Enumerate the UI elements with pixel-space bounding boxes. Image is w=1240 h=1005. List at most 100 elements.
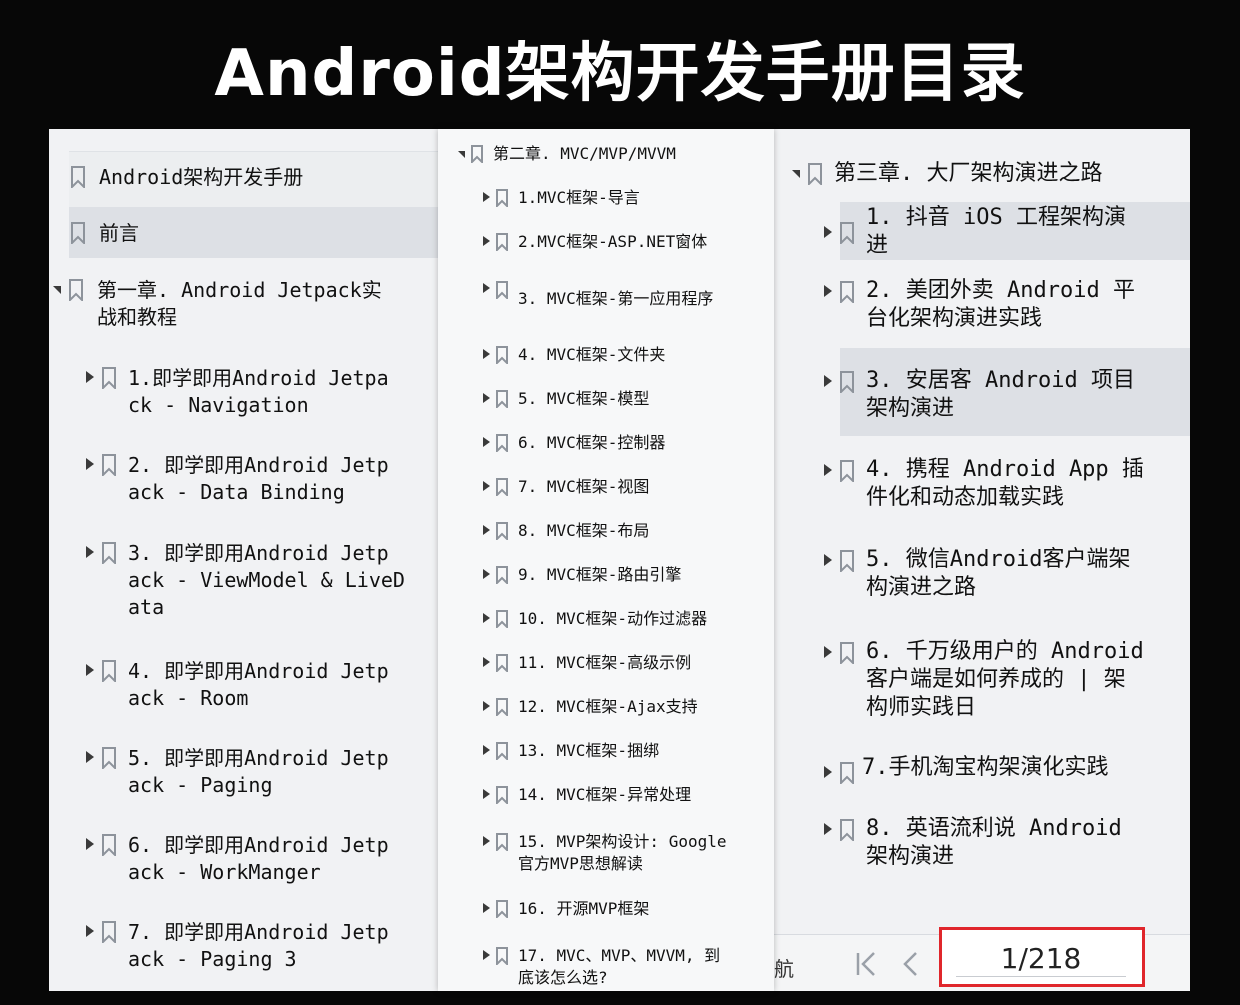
expand-arrow-icon[interactable]	[483, 569, 490, 579]
tree-item[interactable]: 12. MVC框架-Ajax支持	[483, 696, 698, 718]
tree-item-root[interactable]: Android架构开发手册	[71, 164, 303, 191]
tree-item[interactable]: 8. 英语流利说 Android 架构演进	[824, 815, 1122, 871]
expand-arrow-icon[interactable]	[483, 525, 490, 535]
expand-arrow-icon[interactable]	[824, 285, 832, 297]
tree-item-label: 5. MVC框架-模型	[518, 389, 650, 408]
collapse-arrow-icon[interactable]	[458, 151, 465, 158]
expand-arrow-icon[interactable]	[483, 393, 490, 403]
tree-item[interactable]: 10. MVC框架-动作过滤器	[483, 608, 707, 630]
expand-arrow-icon[interactable]	[824, 464, 832, 476]
tree-item-label: 5. 即学即用Android Jetp ack - Paging	[128, 746, 389, 797]
expand-arrow-icon[interactable]	[86, 664, 94, 676]
expand-arrow-icon[interactable]	[483, 657, 490, 667]
tree-item-label: 2.MVC框架-ASP.NET窗体	[518, 232, 708, 251]
tree-item[interactable]: 11. MVC框架-高级示例	[483, 652, 691, 674]
bookmark-icon	[496, 434, 508, 454]
page-number-box: 1/218	[939, 927, 1145, 987]
tree-item-label: 15. MVP架构设计: Google 官方MVP思想解读	[518, 832, 727, 873]
tree-item-label: 2. 美团外卖 Android 平 台化架构演进实践	[866, 278, 1135, 331]
tree-item[interactable]: 1.即学即用Android Jetpa ck - Navigation	[86, 365, 389, 419]
tree-item-label: 6. MVC框架-控制器	[518, 433, 666, 452]
tree-item-chapter-1[interactable]: 第一章. Android Jetpack实 战和教程	[53, 277, 382, 331]
expand-arrow-icon[interactable]	[483, 437, 490, 447]
bookmark-panel-2: 第二章. MVC/MVP/MVVM 1.MVC框架-导言 2.MVC框架-ASP…	[438, 129, 774, 991]
tree-item[interactable]: 7. 即学即用Android Jetp ack - Paging 3	[86, 919, 389, 973]
tree-item-label: 4. 携程 Android App 插 件化和动态加载实践	[866, 457, 1144, 510]
tree-item[interactable]: 6. 即学即用Android Jetp ack - WorkManger	[86, 832, 389, 886]
tree-item[interactable]: 3. 即学即用Android Jetp ack - ViewModel & Li…	[86, 540, 405, 621]
expand-arrow-icon[interactable]	[483, 283, 490, 293]
tree-item[interactable]: 2.MVC框架-ASP.NET窗体	[483, 231, 707, 253]
tree-item[interactable]: 4. 即学即用Android Jetp ack - Room	[86, 658, 389, 712]
expand-arrow-icon[interactable]	[483, 349, 490, 359]
tree-item[interactable]: 5. MVC框架-模型	[483, 388, 649, 410]
first-page-icon[interactable]	[854, 951, 878, 984]
bookmark-icon	[71, 222, 85, 246]
tree-item[interactable]: 15. MVP架构设计: Google 官方MVP思想解读	[483, 831, 727, 875]
tree-item[interactable]: 2. 美团外卖 Android 平 台化架构演进实践	[824, 277, 1135, 333]
expand-arrow-icon[interactable]	[86, 546, 94, 558]
tree-item-label: 13. MVC框架-捆绑	[518, 741, 660, 760]
tree-item-chapter-3[interactable]: 第三章. 大厂架构演进之路	[792, 160, 1103, 188]
expand-arrow-icon[interactable]	[483, 836, 490, 846]
expand-arrow-icon[interactable]	[824, 646, 832, 658]
tree-item[interactable]: 7. MVC框架-视图	[483, 476, 649, 498]
tree-item[interactable]: 9. MVC框架-路由引擎	[483, 564, 681, 586]
expand-arrow-icon[interactable]	[824, 554, 832, 566]
tree-item[interactable]: 13. MVC框架-捆绑	[483, 740, 659, 762]
expand-arrow-icon[interactable]	[86, 458, 94, 470]
bookmark-icon	[496, 189, 508, 209]
tree-item-label: 前言	[99, 221, 139, 245]
tree-item-label: 3. MVC框架-第一应用程序	[518, 289, 714, 308]
expand-arrow-icon[interactable]	[483, 192, 490, 202]
expand-arrow-icon[interactable]	[824, 766, 832, 778]
tree-item[interactable]: 3. MVC框架-第一应用程序	[483, 281, 713, 310]
prev-page-icon[interactable]	[902, 951, 918, 984]
expand-arrow-icon[interactable]	[824, 375, 832, 387]
tree-item[interactable]: 5. 微信Android客户端架 构演进之路	[824, 546, 1130, 602]
tree-item[interactable]: 1.MVC框架-导言	[483, 187, 640, 209]
tree-item[interactable]: 6. 千万级用户的 Android 客户端是如何养成的 | 架 构师实践日	[824, 638, 1144, 722]
tree-item[interactable]: 6. MVC框架-控制器	[483, 432, 665, 454]
tree-item-label: 9. MVC框架-路由引擎	[518, 565, 682, 584]
bookmark-icon	[840, 222, 854, 246]
tree-item[interactable]: 4. MVC框架-文件夹	[483, 344, 665, 366]
tree-item[interactable]: 5. 即学即用Android Jetp ack - Paging	[86, 745, 389, 799]
tree-item-label: 4. 即学即用Android Jetp ack - Room	[128, 659, 389, 710]
collapse-arrow-icon[interactable]	[792, 170, 800, 178]
bookmark-icon	[496, 610, 508, 630]
tree-item[interactable]: 2. 即学即用Android Jetp ack - Data Binding	[86, 452, 389, 506]
expand-arrow-icon[interactable]	[86, 371, 94, 383]
tree-item-chapter-2[interactable]: 第二章. MVC/MVP/MVVM	[458, 143, 676, 165]
tree-item[interactable]: 8. MVC框架-布局	[483, 520, 649, 542]
tree-item[interactable]: 16. 开源MVP框架	[483, 898, 649, 920]
expand-arrow-icon[interactable]	[824, 823, 832, 835]
tree-item[interactable]: 4. 携程 Android App 插 件化和动态加载实践	[824, 456, 1144, 512]
expand-arrow-icon[interactable]	[483, 481, 490, 491]
tree-item[interactable]: 17. MVC、MVP、MVVM, 到 底该怎么选?	[483, 945, 720, 989]
expand-arrow-icon[interactable]	[86, 751, 94, 763]
tree-item-label: 14. MVC框架-异常处理	[518, 785, 692, 804]
tree-item[interactable]: 1. 抖音 iOS 工程架构演 进	[824, 204, 1126, 260]
bookmark-icon	[840, 460, 854, 484]
expand-arrow-icon[interactable]	[483, 903, 490, 913]
tree-item-preface[interactable]: 前言	[71, 220, 139, 247]
expand-arrow-icon[interactable]	[483, 950, 490, 960]
bookmark-icon	[69, 279, 83, 303]
expand-arrow-icon[interactable]	[824, 226, 832, 238]
page-number-input[interactable]: 1/218	[956, 940, 1126, 977]
tree-item[interactable]: 3. 安居客 Android 项目 架构演进	[824, 367, 1135, 423]
collapse-arrow-icon[interactable]	[53, 286, 61, 294]
expand-arrow-icon[interactable]	[483, 236, 490, 246]
expand-arrow-icon[interactable]	[483, 789, 490, 799]
bookmark-icon	[496, 833, 508, 853]
expand-arrow-icon[interactable]	[86, 925, 94, 937]
tree-item-label: 5. 微信Android客户端架 构演进之路	[866, 547, 1131, 600]
expand-arrow-icon[interactable]	[483, 613, 490, 623]
tree-item[interactable]: 14. MVC框架-异常处理	[483, 784, 691, 806]
page-title: Android架构开发手册目录	[214, 37, 1026, 111]
tree-item[interactable]: 7.手机淘宝构架演化实践	[824, 754, 1109, 786]
expand-arrow-icon[interactable]	[86, 838, 94, 850]
expand-arrow-icon[interactable]	[483, 745, 490, 755]
expand-arrow-icon[interactable]	[483, 701, 490, 711]
